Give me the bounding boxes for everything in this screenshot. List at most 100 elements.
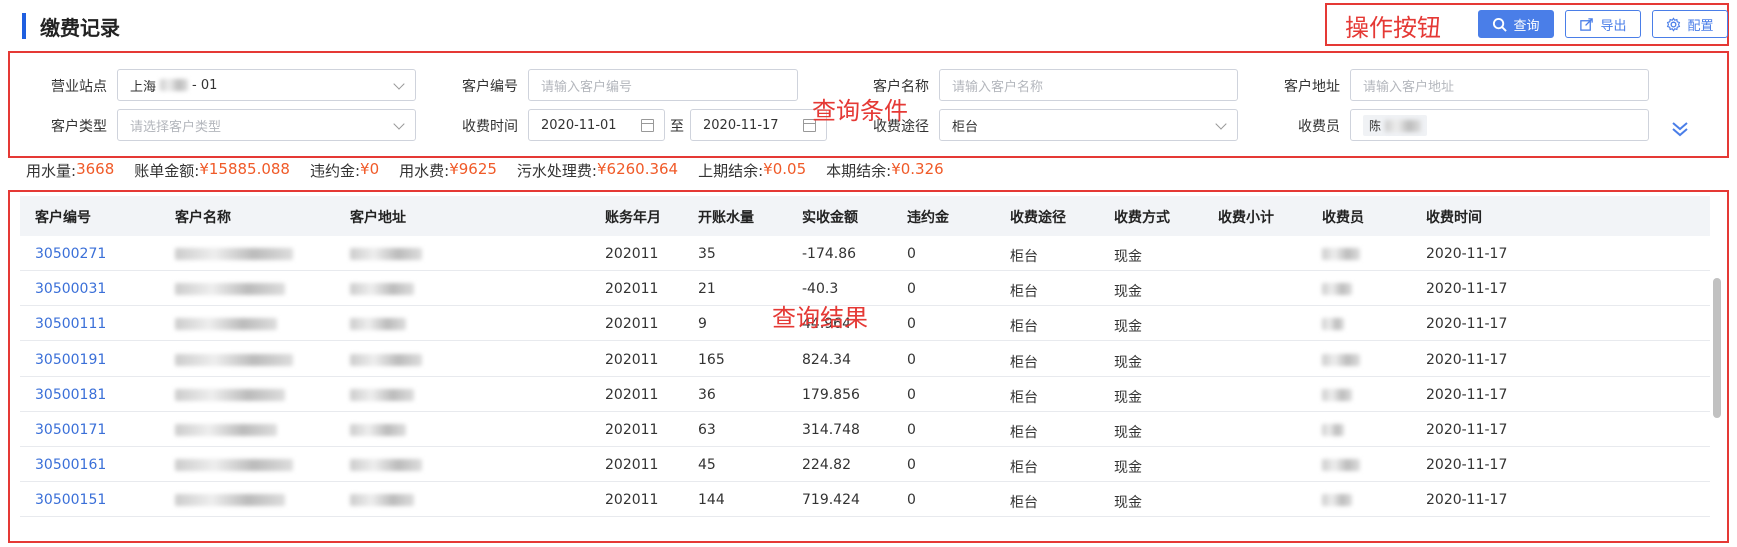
table-cell: 21 bbox=[698, 281, 716, 298]
table-cell: 224.82 bbox=[802, 457, 851, 474]
customer-no-link[interactable]: 30500151 bbox=[35, 492, 106, 508]
double-chevron-down-icon[interactable] bbox=[1669, 118, 1691, 140]
table-cell: 202011 bbox=[605, 281, 659, 298]
redacted-text bbox=[350, 494, 414, 507]
export-button[interactable]: 导出 bbox=[1565, 10, 1641, 38]
column-header[interactable]: 收费时间 bbox=[1426, 207, 1482, 227]
redacted-text bbox=[175, 494, 285, 507]
query-button[interactable]: 查询 bbox=[1478, 10, 1554, 38]
table-cell: 柜台 bbox=[1010, 319, 1038, 336]
table-cell: 0 bbox=[907, 246, 916, 262]
summary-label: 违约金: bbox=[309, 162, 361, 180]
redacted-text bbox=[175, 424, 277, 436]
table-cell: 柜台 bbox=[1010, 460, 1038, 477]
column-header[interactable]: 收费途径 bbox=[1010, 207, 1066, 227]
redacted-text bbox=[350, 353, 422, 366]
table-row[interactable]: 30500161 202011 45 224.82 0 柜台 现金 2020-11-17 bbox=[20, 447, 1710, 483]
station-select[interactable]: 上海 - 01 bbox=[117, 69, 416, 101]
redacted-cell bbox=[175, 316, 277, 332]
table-cell: 2020-11-17 bbox=[1426, 386, 1508, 403]
column-header[interactable]: 开账水量 bbox=[698, 207, 754, 227]
table-cell: 0 bbox=[907, 281, 916, 298]
table-cell: 202011 bbox=[605, 316, 659, 333]
export-button-label: 导出 bbox=[1600, 18, 1627, 34]
column-header[interactable]: 违约金 bbox=[907, 207, 949, 227]
collector-tag: 陈 bbox=[1363, 114, 1427, 136]
table-row[interactable]: 30500171 202011 63 314.748 0 柜台 现金 2020-11-17 bbox=[20, 412, 1710, 447]
table-cell: 0 bbox=[907, 457, 916, 474]
table-row[interactable]: 30500151 202011 144 719.424 0 柜台 现金 2020-11-17 bbox=[20, 482, 1710, 518]
export-icon bbox=[1580, 17, 1594, 31]
customer-no-link[interactable]: 30500171 bbox=[35, 422, 106, 438]
summary-label: 上期结余: bbox=[698, 162, 764, 180]
charge-time-label: 收费时间 bbox=[462, 119, 518, 135]
redacted-cell bbox=[175, 422, 277, 438]
column-header[interactable]: 收费方式 bbox=[1114, 207, 1170, 227]
collector-select[interactable]: 陈 bbox=[1350, 109, 1649, 141]
table-cell: 柜台 bbox=[1010, 249, 1038, 265]
vertical-scrollbar[interactable] bbox=[1711, 236, 1723, 541]
channel-select[interactable]: 柜台 bbox=[939, 109, 1238, 141]
config-button[interactable]: 配置 bbox=[1652, 10, 1728, 38]
config-button-label: 配置 bbox=[1687, 18, 1714, 34]
table-cell: 现金 bbox=[1114, 249, 1142, 265]
redacted-text bbox=[160, 79, 189, 91]
table-cell: 柜台 bbox=[1010, 495, 1038, 512]
table-cell: 现金 bbox=[1114, 284, 1142, 301]
customer-type-select[interactable]: 请选择客户类型 bbox=[117, 109, 416, 141]
redacted-text bbox=[1322, 283, 1352, 296]
customer-no-input[interactable]: 请输入客户编号 bbox=[528, 69, 798, 101]
table-cell: 35 bbox=[698, 246, 716, 262]
redacted-cell bbox=[350, 316, 406, 332]
redacted-text bbox=[1322, 459, 1360, 472]
customer-addr-input[interactable]: 请输入客户地址 bbox=[1350, 69, 1649, 101]
summary-label: 账单金额: bbox=[134, 162, 200, 180]
collector-label: 收费员 bbox=[1298, 119, 1340, 135]
redacted-text bbox=[350, 424, 406, 436]
redacted-cell bbox=[1322, 422, 1344, 438]
column-header[interactable]: 客户名称 bbox=[175, 207, 231, 227]
redacted-cell bbox=[1322, 281, 1352, 297]
summary-bar: 用水量: 3668 账单金额: ¥15885.088 违约金: ¥0 用水费: ¥9625 污水… bbox=[26, 160, 964, 181]
table-cell: 824.34 bbox=[802, 351, 851, 368]
chevron-down-icon bbox=[393, 78, 405, 90]
station-label: 营业站点 bbox=[51, 79, 107, 95]
customer-no-link[interactable]: 30500111 bbox=[35, 316, 106, 332]
redacted-cell bbox=[350, 387, 414, 403]
result-table: 客户编号 客户名称 客户地址 账务年月 开账水量 实收金额 违约金 收费途径 收费方式 收费小计 收… bbox=[8, 190, 1729, 543]
column-header[interactable]: 收费小计 bbox=[1218, 207, 1274, 227]
table-cell: 36 bbox=[698, 386, 716, 403]
redacted-text bbox=[175, 353, 293, 366]
table-cell: 2020-11-17 bbox=[1426, 316, 1508, 333]
customer-name-input[interactable]: 请输入客户名称 bbox=[939, 69, 1238, 101]
table-cell: 现金 bbox=[1114, 495, 1142, 512]
column-header[interactable]: 实收金额 bbox=[802, 207, 858, 227]
table-cell: 现金 bbox=[1114, 425, 1142, 441]
customer-no-link[interactable]: 30500191 bbox=[35, 352, 106, 368]
table-cell: 202011 bbox=[605, 457, 659, 474]
table-row[interactable]: 30500191 202011 165 824.34 0 柜台 现金 2020-11-17 bbox=[20, 342, 1710, 377]
table-cell: -174.86 bbox=[802, 246, 857, 262]
table-row[interactable]: 30500271 202011 35 -174.86 0 柜台 现金 2020-11-17 bbox=[20, 236, 1710, 271]
charge-time-start[interactable]: 2020-11-01 bbox=[528, 109, 665, 141]
customer-no-link[interactable]: 30500271 bbox=[35, 246, 106, 262]
charge-time-end[interactable]: 2020-11-17 bbox=[690, 109, 827, 141]
column-header[interactable]: 客户地址 bbox=[350, 207, 406, 227]
summary-label: 用水量: bbox=[26, 162, 77, 180]
column-header[interactable]: 账务年月 bbox=[605, 207, 661, 227]
table-cell: 0 bbox=[907, 351, 916, 368]
redacted-cell bbox=[1322, 352, 1360, 368]
table-cell: 2020-11-17 bbox=[1426, 492, 1508, 509]
column-header[interactable]: 客户编号 bbox=[35, 207, 91, 227]
table-row[interactable]: 30500181 202011 36 179.856 0 柜台 现金 2020-11-17 bbox=[20, 377, 1710, 412]
customer-no-link[interactable]: 30500181 bbox=[35, 387, 106, 403]
customer-no-link[interactable]: 30500161 bbox=[35, 457, 106, 473]
customer-no-link[interactable]: 30500031 bbox=[35, 281, 106, 297]
station-value-prefix: 上海 bbox=[130, 79, 157, 95]
redacted-text bbox=[175, 283, 285, 296]
column-header[interactable]: 收费员 bbox=[1322, 207, 1364, 227]
table-cell: 现金 bbox=[1114, 319, 1142, 336]
redacted-cell bbox=[175, 387, 285, 403]
scrollbar-thumb[interactable] bbox=[1713, 278, 1721, 418]
query-button-label: 查询 bbox=[1513, 18, 1540, 34]
